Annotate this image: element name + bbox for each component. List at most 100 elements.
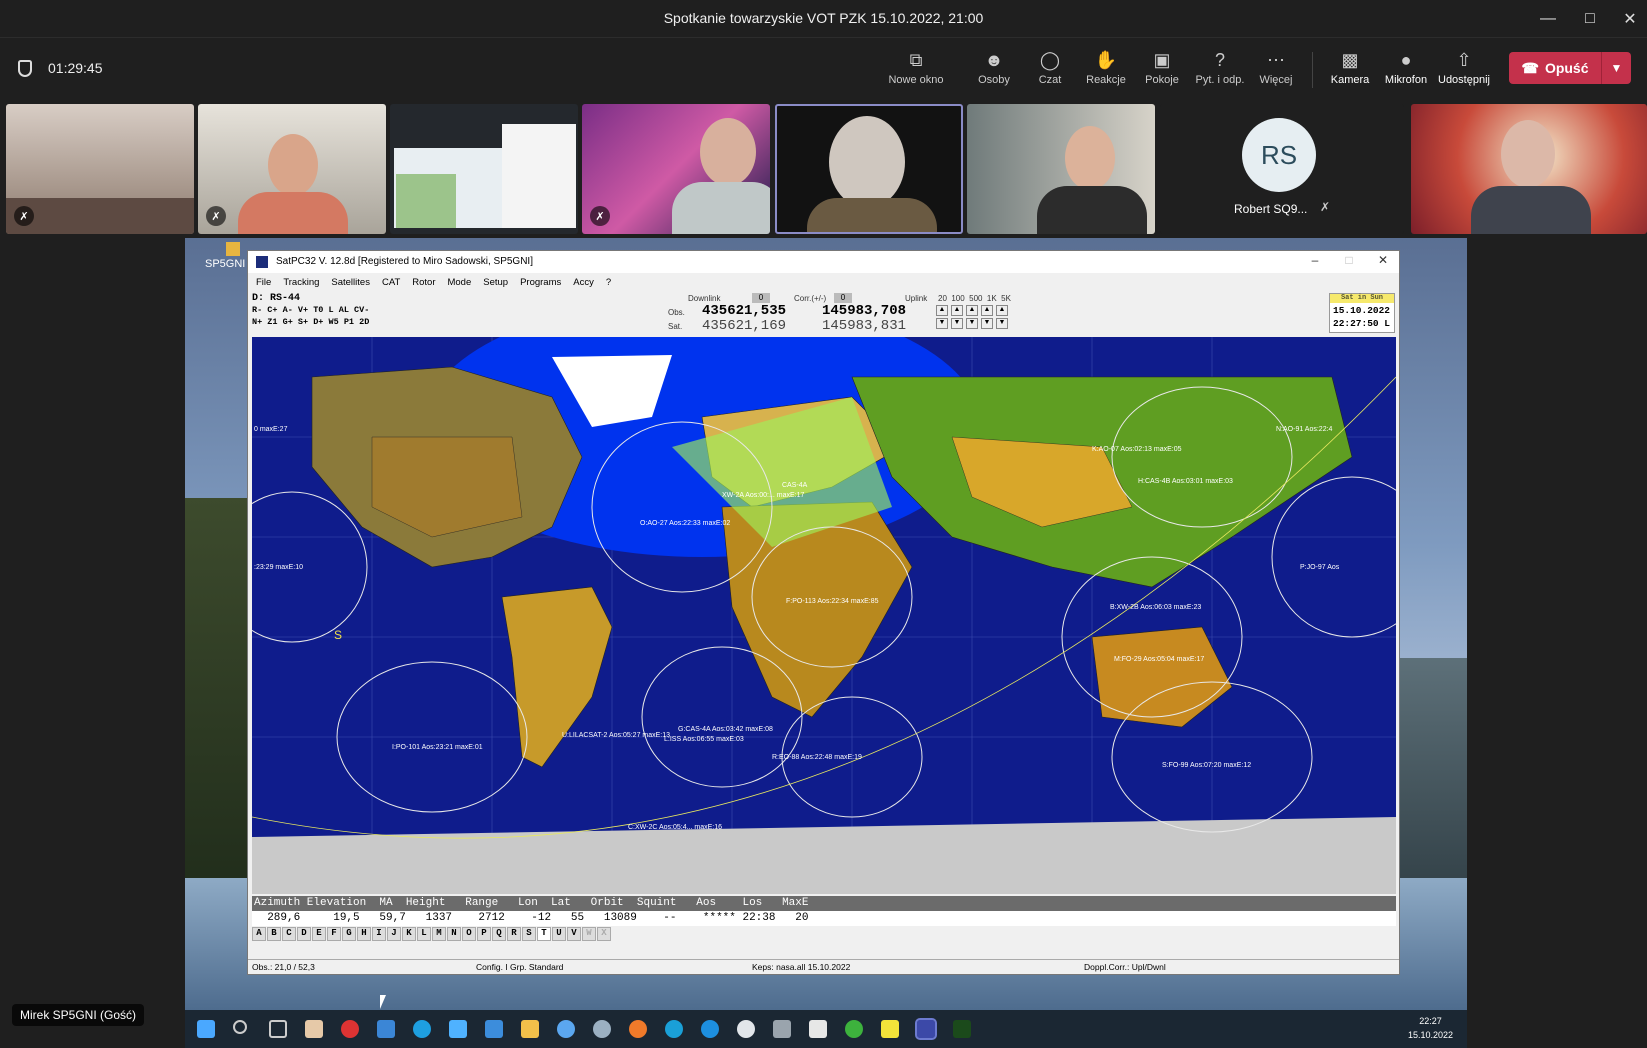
sat-letter-button[interactable]: A <box>252 927 266 941</box>
map-label: O:AO-27 Aos:22:33 maxE:02 <box>640 520 730 527</box>
satpc-taskbar-icon[interactable] <box>915 1018 937 1040</box>
sat-letter-button[interactable]: Q <box>492 927 506 941</box>
world-map[interactable]: 0 maxE:27 K:AO-07 Aos:02:13 maxE:05 N:AO… <box>252 337 1396 894</box>
close-icon[interactable]: ✕ <box>1610 4 1647 34</box>
step-up-5k[interactable]: ▲ <box>996 305 1008 316</box>
leave-button[interactable]: ☎ Opuść <box>1509 52 1601 84</box>
step-down-20[interactable]: ▼ <box>936 318 948 329</box>
people-button[interactable]: ☻ Osoby <box>964 48 1024 98</box>
taskbar-time: 22:27 <box>1419 1016 1442 1026</box>
sat-letter-button[interactable]: G <box>342 927 356 941</box>
sat-letter-button[interactable]: B <box>267 927 281 941</box>
sat-letter-button[interactable]: U <box>552 927 566 941</box>
minimize-icon[interactable]: — <box>1528 4 1568 34</box>
menu-rotor[interactable]: Rotor <box>412 277 435 288</box>
search-icon[interactable] <box>233 1020 247 1034</box>
sat-letter-button[interactable]: S <box>522 927 536 941</box>
satpc-statusbar: Obs.: 21,0 / 52,3 Config. I Grp. Standar… <box>248 959 1399 974</box>
app-icon[interactable] <box>449 1020 467 1038</box>
sat-letter-button[interactable]: D <box>297 927 311 941</box>
chevron-down-icon[interactable]: ▼ <box>1602 52 1631 84</box>
participant-tile[interactable]: ✗ <box>6 104 194 234</box>
help-icon[interactable] <box>845 1020 863 1038</box>
participant-tile-active[interactable] <box>775 104 963 234</box>
start-icon[interactable] <box>197 1020 215 1038</box>
menu-accy[interactable]: Accy <box>573 277 594 288</box>
sat-letter-button[interactable]: E <box>312 927 326 941</box>
sat-letter-button[interactable]: M <box>432 927 446 941</box>
step-up-1k[interactable]: ▲ <box>981 305 993 316</box>
share-icon: ⇧ <box>1456 50 1472 70</box>
sat-letter-button[interactable]: K <box>402 927 416 941</box>
folder-icon[interactable] <box>521 1020 539 1038</box>
app-icon[interactable] <box>377 1020 395 1038</box>
edge-icon[interactable] <box>665 1020 683 1038</box>
menu-satellites[interactable]: Satellites <box>331 277 370 288</box>
app-icon[interactable] <box>593 1020 611 1038</box>
menu-tracking[interactable]: Tracking <box>283 277 319 288</box>
mic-off-icon: ✗ <box>206 206 226 226</box>
menu-cat[interactable]: CAT <box>382 277 400 288</box>
sat-letter-button[interactable]: N <box>447 927 461 941</box>
taskbar-clock[interactable]: 22:27 15.10.2022 <box>1408 1014 1453 1042</box>
sat-letter-button[interactable]: O <box>462 927 476 941</box>
app-icon[interactable] <box>881 1020 899 1038</box>
more-button[interactable]: ⋯ Więcej <box>1246 48 1306 98</box>
sat-letter-button[interactable]: L <box>417 927 431 941</box>
step-down-1k[interactable]: ▼ <box>981 318 993 329</box>
app-icon[interactable] <box>557 1020 575 1038</box>
sat-letter-button[interactable]: P <box>477 927 491 941</box>
camera-button[interactable]: ▩ Kamera <box>1320 48 1380 98</box>
step-up-20[interactable]: ▲ <box>936 305 948 316</box>
app-icon[interactable] <box>305 1020 323 1038</box>
status-config: Config. I Grp. Standard <box>476 962 564 972</box>
microphone-button[interactable]: ● Mikrofon <box>1376 48 1436 98</box>
menu-file[interactable]: File <box>256 277 271 288</box>
app-icon[interactable] <box>341 1020 359 1038</box>
step-down-500[interactable]: ▼ <box>966 318 978 329</box>
rooms-button[interactable]: ▣ Pokoje <box>1132 48 1192 98</box>
firefox-icon[interactable] <box>629 1020 647 1038</box>
menu-setup[interactable]: Setup <box>483 277 508 288</box>
share-button[interactable]: ⇧ Udostępnij <box>1434 48 1494 98</box>
app-icon[interactable] <box>773 1020 791 1038</box>
step-up-100[interactable]: ▲ <box>951 305 963 316</box>
sat-letter-button[interactable]: V <box>567 927 581 941</box>
sat-letter-button[interactable]: T <box>537 927 551 941</box>
step-down-5k[interactable]: ▼ <box>996 318 1008 329</box>
sat-letter-button[interactable]: F <box>327 927 341 941</box>
participant-tile[interactable] <box>1411 104 1647 234</box>
qa-button[interactable]: ? Pyt. i odp. <box>1190 48 1250 98</box>
sat-letter-button[interactable]: J <box>387 927 401 941</box>
menu-programs[interactable]: Programs <box>520 277 561 288</box>
participant-tile[interactable]: RS Robert SQ9... ✗ <box>1160 104 1404 234</box>
satpc-maximize-icon[interactable]: □ <box>1334 253 1364 267</box>
app-icon[interactable] <box>737 1020 755 1038</box>
step-down-100[interactable]: ▼ <box>951 318 963 329</box>
book-icon[interactable] <box>809 1020 827 1038</box>
sat-letter-button[interactable]: R <box>507 927 521 941</box>
app-icon[interactable] <box>413 1020 431 1038</box>
maximize-icon[interactable]: □ <box>1570 4 1610 34</box>
participant-tile[interactable]: ✗ <box>582 104 770 234</box>
satpc-close-icon[interactable]: ✕ <box>1368 253 1398 267</box>
reactions-button[interactable]: ✋ Reakcje <box>1076 48 1136 98</box>
satpc-minimize-icon[interactable]: – <box>1300 253 1330 267</box>
download-icon[interactable] <box>485 1020 503 1038</box>
participant-tile[interactable]: ✗ <box>198 104 386 234</box>
skype-icon[interactable] <box>701 1020 719 1038</box>
participant-tile[interactable] <box>390 104 578 234</box>
chat-button[interactable]: ◯ Czat <box>1020 48 1080 98</box>
new-window-button[interactable]: ⧉ Nowe okno <box>886 48 946 98</box>
task-view-icon[interactable] <box>269 1020 287 1038</box>
sat-letter-button[interactable]: I <box>372 927 386 941</box>
sat-letter-button[interactable]: H <box>357 927 371 941</box>
sat-letter-button[interactable]: C <box>282 927 296 941</box>
participant-tile[interactable] <box>967 104 1155 234</box>
step-up-500[interactable]: ▲ <box>966 305 978 316</box>
menu-mode[interactable]: Mode <box>447 277 471 288</box>
app-icon[interactable] <box>953 1020 971 1038</box>
sat-letter-button[interactable]: W <box>582 927 596 941</box>
menu-help[interactable]: ? <box>606 277 611 288</box>
sat-letter-button[interactable]: X <box>597 927 611 941</box>
